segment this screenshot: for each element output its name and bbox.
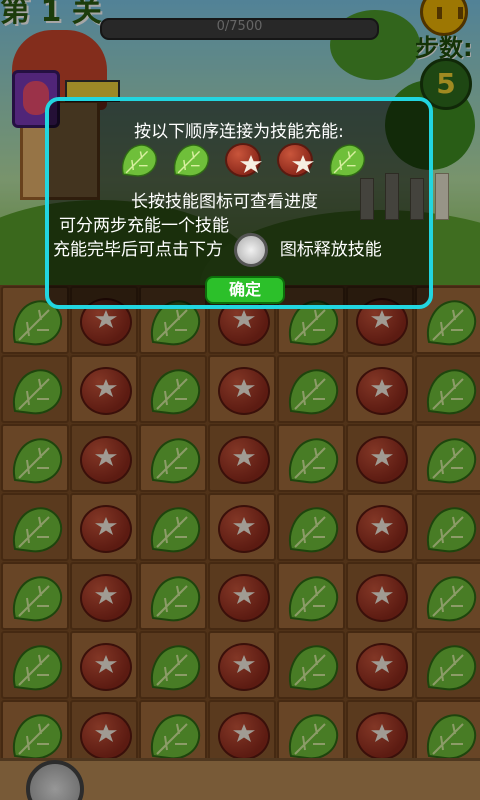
- mushroom-icon: [225, 143, 261, 177]
- tutorial-dialog: 按以下顺序连接为技能充能: 长按技能图标可查看进度 可分两步充能一个技能 充能完…: [45, 97, 433, 309]
- sequence-item: [275, 141, 315, 181]
- game-scene: 第 1 关 0/7500 步数: 5 按以下顺序连接为技能充能: 长按技能图标可…: [0, 0, 480, 800]
- dialog-line-3-end: 图标释放技能: [279, 240, 382, 260]
- sequence-item: [223, 141, 263, 181]
- dialog-line-3: 充能完毕后可点击下方 图标释放技能: [49, 233, 429, 267]
- sequence-item: [119, 141, 159, 181]
- skill-clock-icon: [234, 233, 269, 267]
- confirm-button[interactable]: 确定: [205, 276, 285, 304]
- sequence-item: [327, 141, 367, 181]
- mushroom-icon: [277, 143, 313, 177]
- sequence-row: [119, 141, 419, 181]
- dialog-line-3-start: 充能完毕后可点击下方: [53, 240, 223, 260]
- dialog-title: 按以下顺序连接为技能充能:: [134, 122, 344, 142]
- dialog-line-1: 长按技能图标可查看进度: [131, 192, 318, 212]
- sequence-item: [171, 141, 211, 181]
